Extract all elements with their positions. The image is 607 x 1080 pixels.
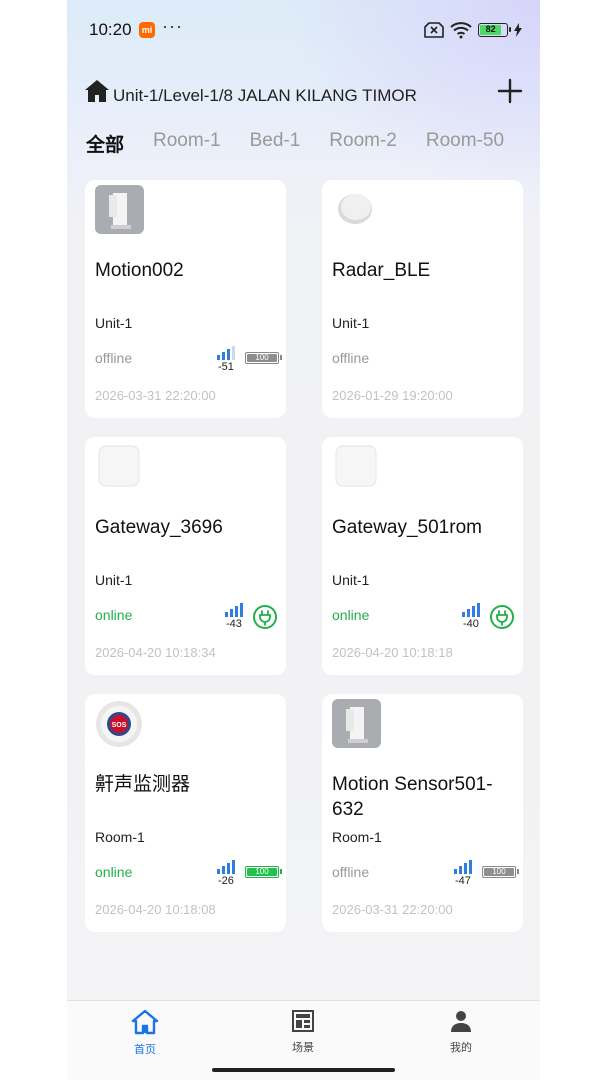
charging-icon [514,23,522,37]
signal-icon [454,860,472,874]
device-card[interactable]: Motion Sensor501-632 Room-1 offline -47 … [322,694,523,932]
home-icon[interactable] [85,80,109,102]
device-status: offline [95,350,133,366]
device-name: Motion002 [95,260,184,281]
device-card[interactable]: Radar_BLE Unit-1 offline 2026-01-29 19:2… [322,180,523,418]
scene-icon [292,1010,314,1032]
location-selector[interactable]: Unit-1/Level-1/8 JALAN KILANG TIMOR [113,86,417,106]
device-name: Motion Sensor501-632 [332,774,493,820]
wifi-icon [450,22,472,39]
device-card[interactable]: Gateway_501rom Unit-1 online -40 2026-04… [322,437,523,675]
motion-sensor-image [332,699,381,748]
gateway-image [335,445,377,487]
device-room: Unit-1 [95,572,133,588]
tab-profile[interactable]: 我的 [421,1009,501,1055]
device-room: Unit-1 [332,572,370,588]
device-timestamp: 2026-04-20 10:18:34 [95,645,216,660]
home-indicator [212,1068,395,1072]
battery-icon: 100 [482,866,519,878]
device-room: Unit-1 [332,315,370,331]
home-icon [131,1009,159,1035]
status-icons: 82 [424,20,522,40]
tab-profile-label: 我的 [450,1042,472,1054]
rssi-value: -43 [226,618,242,630]
mi-notification-icon: mi [139,22,155,38]
tab-home[interactable]: 首页 [105,1009,185,1057]
device-room: Room-1 [95,829,145,845]
device-card[interactable]: Gateway_3696 Unit-1 online -43 2026-04-2… [85,437,286,675]
device-status: online [95,607,133,623]
app-screen: 10:20 mi ··· 82 Unit-1/Level-1/8 JALAN K… [67,0,540,1080]
signal-indicator: -40 [462,603,482,633]
device-name: Gateway_3696 [95,517,223,538]
device-status: online [332,607,370,623]
snore-monitor-image: SOS [95,699,144,748]
device-timestamp: 2026-04-20 10:18:18 [332,645,453,660]
room-tabs: 全部 Room-1 Bed-1 Room-2 Room-50 [86,130,533,157]
device-timestamp: 2026-04-20 10:18:08 [95,902,216,917]
device-room: Unit-1 [95,315,133,331]
device-name: 鼾声监测器 [95,774,191,795]
sos-label: SOS [112,722,127,729]
signal-icon [462,603,480,617]
power-plug-icon [490,605,514,629]
signal-icon [217,860,235,874]
battery-level: 82 [480,25,502,35]
device-timestamp: 2026-01-29 19:20:00 [332,388,453,403]
battery-indicator: 82 [478,23,511,37]
device-status: offline [332,864,370,880]
signal-indicator: -43 [225,603,245,633]
device-timestamp: 2026-03-31 22:20:00 [95,388,216,403]
battery-icon: 100 [245,866,282,878]
device-status: offline [332,350,370,366]
battery-value: 100 [247,354,277,362]
signal-indicator: -26 [217,860,237,890]
signal-icon [225,603,243,617]
signal-icon [217,346,235,360]
status-bar: 10:20 mi ··· 82 [67,0,540,60]
rssi-value: -47 [455,875,471,887]
tab-scene[interactable]: 场景 [263,1009,343,1055]
signal-indicator: -51 [217,346,237,376]
device-room: Room-1 [332,829,382,845]
tab-scene-label: 场景 [292,1042,314,1054]
add-button[interactable] [497,78,523,104]
signal-indicator: -47 [454,860,474,890]
power-plug-icon [253,605,277,629]
battery-value: 100 [484,868,514,876]
radar-sensor-image [332,185,381,234]
device-name: Radar_BLE [332,260,431,281]
tab-room-50[interactable]: Room-50 [426,130,504,157]
header: Unit-1/Level-1/8 JALAN KILANG TIMOR [85,78,523,110]
profile-icon [451,1011,471,1032]
gateway-image [98,445,140,487]
tab-home-label: 首页 [134,1044,156,1056]
device-timestamp: 2026-03-31 22:20:00 [332,902,453,917]
tab-bed-1[interactable]: Bed-1 [250,130,301,157]
rssi-value: -26 [218,875,234,887]
more-notifications-icon: ··· [162,16,183,36]
sim-off-icon [424,22,444,38]
tab-room-1[interactable]: Room-1 [153,130,221,157]
rssi-value: -40 [463,618,479,630]
battery-icon: 100 [245,352,282,364]
tab-room-2[interactable]: Room-2 [329,130,397,157]
device-card[interactable]: SOS 鼾声监测器 Room-1 online -26 100 2026-04-… [85,694,286,932]
tab-all[interactable]: 全部 [86,130,124,157]
device-card[interactable]: Motion002 Unit-1 offline -51 100 2026-03… [85,180,286,418]
motion-sensor-image [95,185,144,234]
status-time: 10:20 [89,20,132,39]
device-status: online [95,864,133,880]
battery-value: 100 [247,868,277,876]
rssi-value: -51 [218,361,234,373]
device-name: Gateway_501rom [332,517,482,538]
